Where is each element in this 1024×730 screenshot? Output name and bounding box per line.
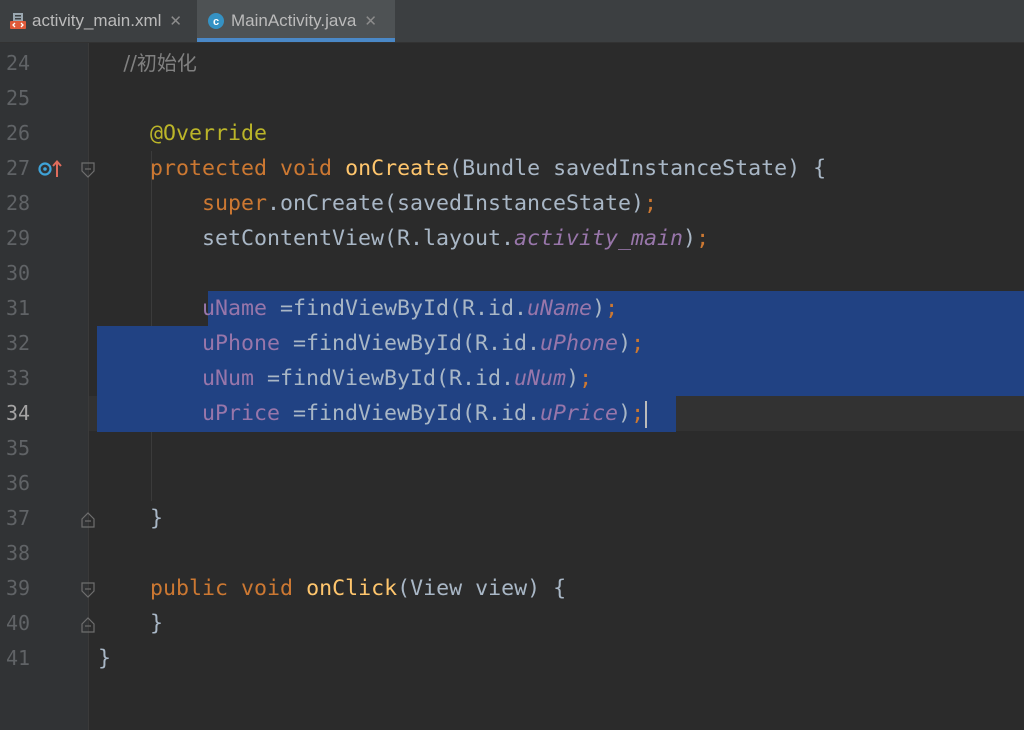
code-editor[interactable]: 24 25 26 27 28 29 30 31 32 33 34 35 36 3…	[0, 43, 1024, 730]
code-line[interactable]: protected void onCreate(Bundle savedInst…	[98, 151, 826, 186]
line-number: 28	[6, 191, 31, 215]
code-line[interactable]: public void onClick(View view) {	[98, 571, 566, 606]
code-line[interactable]: uPrice =findViewById(R.id.uPrice);	[98, 396, 648, 431]
line-number: 41	[6, 646, 31, 670]
text-caret	[645, 400, 648, 428]
code-line[interactable]: }	[98, 501, 163, 536]
code-line[interactable]: setContentView(R.layout.activity_main);	[98, 221, 709, 256]
line-number: 39	[6, 576, 31, 600]
code-line[interactable]: uName =findViewById(R.id.uName);	[98, 291, 618, 326]
line-number: 38	[6, 541, 31, 565]
tab-mainactivity-java[interactable]: c MainActivity.java ✕	[197, 0, 395, 42]
line-number-current: 34	[6, 401, 31, 425]
code-line[interactable]: }	[98, 606, 163, 641]
tab-label: activity_main.xml	[32, 11, 162, 30]
java-class-icon: c	[207, 12, 225, 30]
line-number: 32	[6, 331, 31, 355]
fold-end-icon[interactable]	[80, 617, 96, 637]
line-number: 30	[6, 261, 31, 285]
annotation: @Override	[98, 121, 268, 146]
fold-end-icon[interactable]	[80, 512, 96, 532]
line-number: 27	[6, 156, 31, 180]
line-number: 37	[6, 506, 31, 530]
comment: //初始化	[98, 51, 197, 75]
close-icon[interactable]: ✕	[169, 12, 182, 30]
code-line[interactable]: }	[98, 641, 111, 676]
tab-activity-main-xml[interactable]: activity_main.xml ✕	[0, 0, 196, 42]
line-number: 36	[6, 471, 31, 495]
fold-collapse-icon[interactable]	[80, 162, 96, 182]
line-number: 40	[6, 611, 31, 635]
svg-text:c: c	[213, 16, 219, 28]
code-line[interactable]: uNum =findViewById(R.id.uNum);	[98, 361, 592, 396]
tab-label: MainActivity.java	[231, 11, 357, 30]
code-line[interactable]: super.onCreate(savedInstanceState);	[98, 186, 657, 221]
xml-layout-icon	[10, 12, 26, 30]
line-number: 33	[6, 366, 31, 390]
fold-collapse-icon[interactable]	[80, 582, 96, 602]
line-number: 24	[6, 51, 31, 75]
line-number: 31	[6, 296, 31, 320]
close-icon[interactable]: ✕	[364, 12, 377, 30]
line-number: 35	[6, 436, 31, 460]
line-number: 25	[6, 86, 31, 110]
line-number: 29	[6, 226, 31, 250]
code-line[interactable]: @Override	[98, 116, 267, 151]
line-number: 26	[6, 121, 31, 145]
line-number-gutter: 24 25 26 27 28 29 30 31 32 33 34 35 36 3…	[0, 43, 95, 730]
code-line[interactable]: //初始化	[98, 46, 197, 81]
code-line[interactable]: uPhone =findViewById(R.id.uPhone);	[98, 326, 644, 361]
editor-tab-bar: activity_main.xml ✕ c MainActivity.java …	[0, 0, 1024, 43]
override-method-icon[interactable]	[38, 159, 62, 183]
